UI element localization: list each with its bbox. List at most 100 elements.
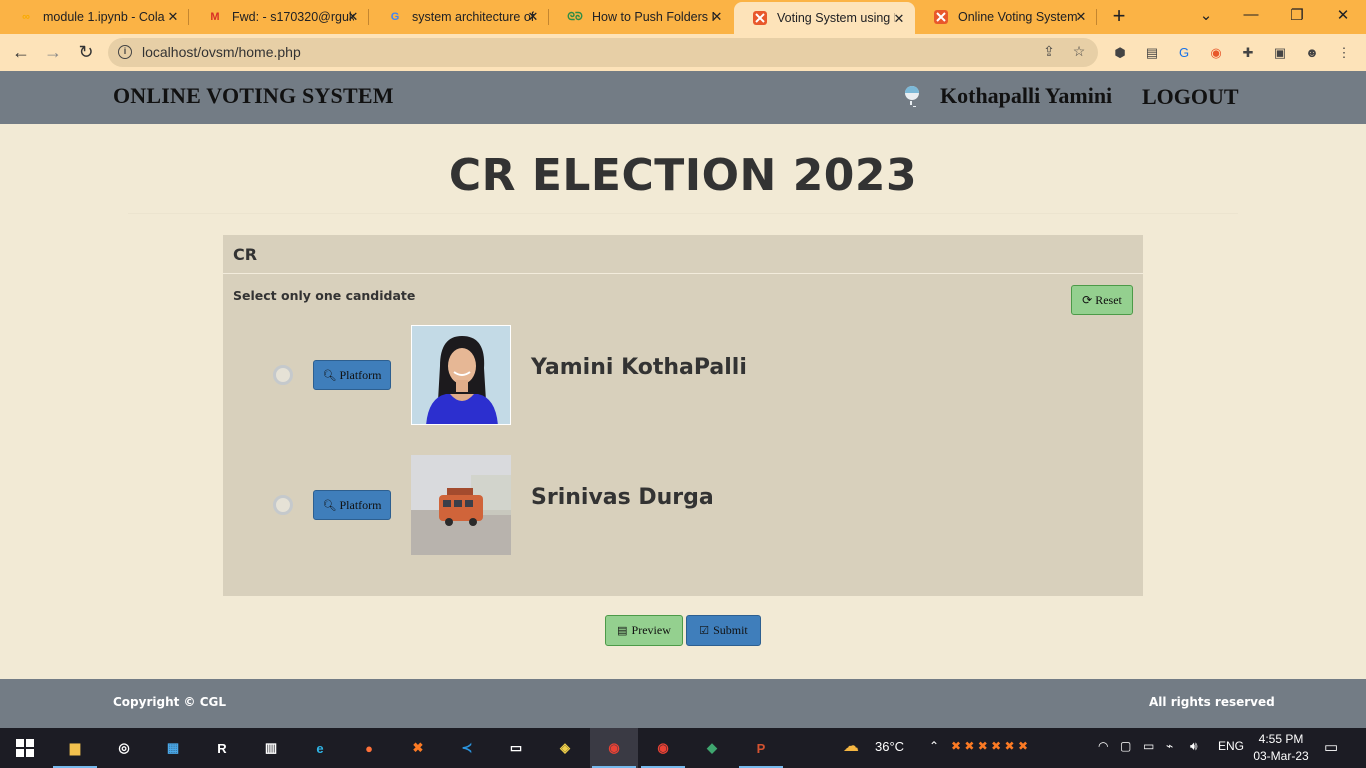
store-icon[interactable]: ▦ bbox=[159, 734, 187, 762]
brand-link[interactable]: ONLINE VOTING SYSTEM bbox=[113, 83, 394, 109]
show-hidden-icons-icon[interactable]: ⌃ bbox=[929, 739, 939, 753]
tab-search-icon[interactable]: ⌄ bbox=[1196, 6, 1216, 26]
tab-title: Voting System using P bbox=[777, 11, 895, 25]
media-player-icon[interactable]: ◎ bbox=[110, 734, 138, 762]
profile-avatar[interactable]: ☻ bbox=[1302, 43, 1322, 63]
terminal-icon[interactable]: ▭ bbox=[502, 734, 530, 762]
git-icon[interactable]: ◆ bbox=[698, 734, 726, 762]
ballot-box: CR Select only one candidate ⟳ Reset 🔍︎ … bbox=[223, 235, 1143, 596]
puzzle-icon[interactable]: ✚ bbox=[1238, 43, 1258, 63]
close-icon[interactable]: ✕ bbox=[165, 9, 181, 25]
close-icon[interactable]: ✕ bbox=[709, 9, 725, 25]
close-icon[interactable]: ✕ bbox=[1073, 9, 1089, 25]
close-icon[interactable]: ✕ bbox=[345, 9, 361, 25]
edge-icon[interactable]: e bbox=[306, 734, 334, 762]
close-icon[interactable]: ✕ bbox=[891, 11, 907, 27]
tab-title: module 1.ipynb - Cola bbox=[43, 10, 165, 24]
platform-label: Platform bbox=[339, 367, 382, 382]
platform-button[interactable]: 🔍︎ Platform bbox=[313, 490, 391, 520]
tab-title: How to Push Folders F bbox=[592, 10, 714, 24]
windows-start-icon[interactable] bbox=[11, 734, 39, 762]
xampp-tray-icons[interactable]: ✖ ✖ ✖ ✖ ✖ ✖ bbox=[951, 739, 1028, 753]
user-name[interactable]: Kothapalli Yamini bbox=[940, 83, 1112, 109]
weather-temp[interactable]: 36°C bbox=[875, 739, 904, 754]
extension-icon[interactable]: ◉ bbox=[1206, 43, 1226, 63]
refresh-icon: ⟳ bbox=[1082, 292, 1093, 307]
address-bar[interactable]: i localhost/ovsm/home.php ⇪ ☆ bbox=[108, 38, 1098, 67]
file-icon: ▤ bbox=[617, 625, 628, 637]
preview-button[interactable]: ▤ Preview bbox=[605, 615, 683, 646]
volume-icon[interactable]: 🔊︎ bbox=[1190, 739, 1198, 754]
chrome-icon[interactable]: ◉ bbox=[592, 734, 636, 768]
security-icon[interactable]: ▢ bbox=[1120, 739, 1131, 753]
clock[interactable]: 4:55 PM 03-Mar-23 bbox=[1246, 731, 1316, 765]
browser-toolbar: ← → ↻ i localhost/ovsm/home.php ⇪ ☆ ⬢ ▤ … bbox=[0, 34, 1366, 71]
candidate-radio[interactable] bbox=[273, 495, 293, 515]
browser-tab-online-voting[interactable]: Online Voting System ✕ bbox=[915, 0, 1097, 34]
browser-tab-gmail[interactable]: M Fwd: - s170320@rguk ✕ bbox=[189, 0, 369, 34]
xampp-icon bbox=[933, 9, 949, 25]
check-square-icon: ☑ bbox=[699, 625, 710, 637]
site-info-icon[interactable]: i bbox=[118, 45, 132, 59]
firefox-icon[interactable]: ● bbox=[355, 734, 383, 762]
tab-title: Online Voting System bbox=[958, 10, 1078, 24]
language-indicator[interactable]: ENG bbox=[1218, 739, 1244, 753]
instruction-text: Select only one candidate bbox=[233, 288, 416, 303]
user-avatar bbox=[903, 84, 921, 110]
platform-button[interactable]: 🔍︎ Platform bbox=[313, 360, 391, 390]
browser-tab-strip: ∞ module 1.ipynb - Cola ✕ M Fwd: - s1703… bbox=[0, 0, 1366, 34]
candidate-radio[interactable] bbox=[273, 365, 293, 385]
new-tab-button[interactable]: + bbox=[1108, 5, 1130, 28]
clock-time: 4:55 PM bbox=[1258, 732, 1304, 746]
gmail-icon: M bbox=[210, 11, 220, 23]
extension-icon[interactable]: ▤ bbox=[1142, 43, 1162, 63]
wifi-icon[interactable]: ◠ bbox=[1098, 739, 1108, 753]
notifications-icon[interactable]: ▭ bbox=[1324, 738, 1338, 756]
python-icon[interactable]: ◈ bbox=[551, 734, 579, 762]
xampp-icon bbox=[752, 10, 768, 26]
preview-label: Preview bbox=[631, 623, 671, 637]
menu-dots-icon[interactable]: ⋮ bbox=[1334, 43, 1354, 63]
clock-date: 03-Mar-23 bbox=[1253, 749, 1309, 763]
weather-icon[interactable]: ☁ bbox=[843, 736, 859, 756]
minimize-icon[interactable]: — bbox=[1241, 6, 1261, 26]
vscode-icon[interactable]: ≺ bbox=[453, 734, 481, 762]
logout-link[interactable]: LOGOUT bbox=[1142, 84, 1239, 110]
browser-tab-colab[interactable]: ∞ module 1.ipynb - Cola ✕ bbox=[0, 0, 189, 34]
back-icon[interactable]: ← bbox=[9, 41, 33, 65]
ballot-header: CR bbox=[223, 235, 1143, 274]
reset-button[interactable]: ⟳ Reset bbox=[1071, 285, 1133, 315]
copyright-text: Copyright © CGL bbox=[113, 695, 227, 709]
browser-tab-geeksforgeeks[interactable]: ᘓᘐ How to Push Folders F ✕ bbox=[549, 0, 733, 34]
reload-icon[interactable]: ↻ bbox=[74, 41, 98, 65]
bookmark-star-icon[interactable]: ☆ bbox=[1070, 43, 1088, 61]
xampp-icon[interactable]: ✖ bbox=[404, 734, 432, 762]
forward-icon[interactable]: → bbox=[41, 41, 65, 65]
candidate-row: 🔍︎ Platform Yamini KothaPalli bbox=[223, 325, 1143, 425]
battery-icon[interactable]: ▭ bbox=[1143, 739, 1154, 753]
page-title: CR ELECTION 2023 bbox=[448, 150, 918, 201]
site-navbar: ONLINE VOTING SYSTEM Kothapalli Yamini L… bbox=[0, 71, 1366, 124]
share-icon[interactable]: ⇪ bbox=[1040, 43, 1058, 61]
powerpoint-icon[interactable]: P bbox=[739, 734, 783, 768]
r-studio-icon[interactable]: R bbox=[208, 734, 236, 762]
file-explorer-icon[interactable]: ▆ bbox=[53, 734, 97, 768]
network-icon[interactable]: ⌁ bbox=[1166, 739, 1173, 753]
url-text[interactable]: localhost/ovsm/home.php bbox=[142, 44, 301, 60]
site-footer: Copyright © CGL All rights reserved bbox=[0, 679, 1366, 728]
browser-tab-voting-active[interactable]: Voting System using P ✕ bbox=[734, 2, 915, 34]
submit-button[interactable]: ☑ Submit bbox=[686, 615, 761, 646]
extension-icon[interactable]: ⬢ bbox=[1110, 43, 1130, 63]
windows-taskbar: ▆ ◎ ▦ R ▥ e ● ✖ ≺ ▭ ◈ ◉ ◉ ◆ P ☁ 36°C ⌃ ✖… bbox=[0, 728, 1366, 768]
chrome-profile-icon[interactable]: ◉ bbox=[641, 734, 685, 768]
close-window-icon[interactable]: ✕ bbox=[1333, 6, 1353, 26]
restore-icon[interactable]: ❐ bbox=[1287, 6, 1307, 26]
candidate-photo bbox=[411, 325, 511, 425]
close-icon[interactable]: ✕ bbox=[525, 9, 541, 25]
rights-text: All rights reserved bbox=[1149, 695, 1275, 709]
calculator-icon[interactable]: ▥ bbox=[257, 734, 285, 762]
tab-title: Fwd: - s170320@rguk bbox=[232, 10, 354, 24]
browser-tab-google[interactable]: G system architecture of ✕ bbox=[369, 0, 549, 34]
translate-icon[interactable]: G bbox=[1174, 43, 1194, 63]
side-panel-icon[interactable]: ▣ bbox=[1270, 43, 1290, 63]
